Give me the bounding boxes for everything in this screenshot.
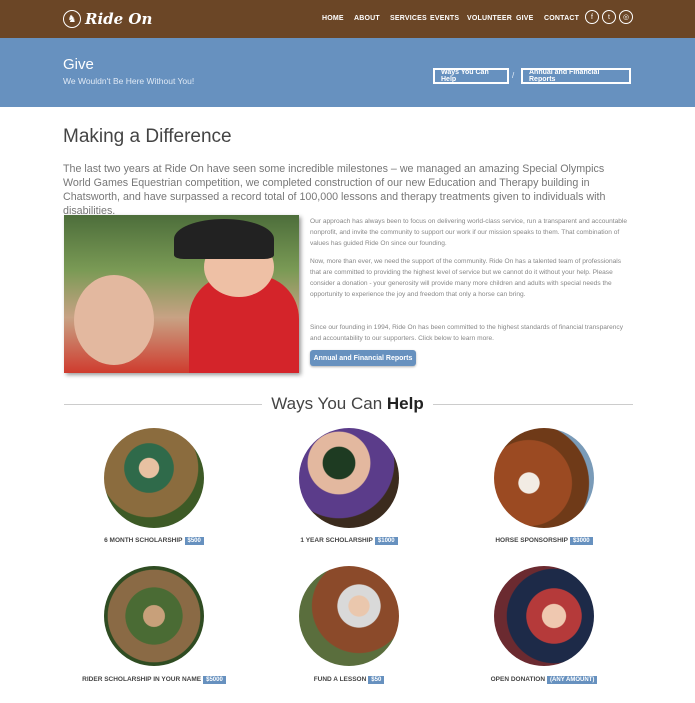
option-label: OPEN DONATION	[490, 676, 546, 683]
nav-volunteer[interactable]: VOLUNTEER	[467, 15, 512, 22]
annual-reports-cta-button[interactable]: Annual and Financial Reports	[310, 350, 416, 366]
section-heading: Making a Difference	[63, 126, 232, 147]
help-section-title: Ways You Can Help	[0, 394, 695, 414]
facebook-icon[interactable]: f	[585, 10, 599, 24]
help-title-light: Ways You Can	[271, 394, 387, 413]
option-image-rider-scholarship[interactable]	[104, 566, 204, 666]
option-image-6-month[interactable]	[104, 428, 204, 528]
body-paragraph-3: Since our founding in 1994, Ride On has …	[310, 324, 624, 342]
price-badge: (ANY AMOUNT)	[547, 676, 598, 684]
page-title-band: Give We Wouldn't Be Here Without You! Wa…	[0, 38, 695, 107]
price-badge: $1000	[374, 537, 398, 545]
option-label: RIDER SCHOLARSHIP IN YOUR NAME	[82, 676, 202, 683]
brand-name: Ride On	[85, 10, 153, 28]
option-label: HORSE SPONSORSHIP	[495, 537, 568, 544]
price-badge: $500	[184, 537, 204, 545]
nav-contact[interactable]: CONTACT	[544, 15, 579, 22]
option-caption-6-month[interactable]: 6 MONTH SCHOLARSHIP $500	[64, 537, 244, 545]
option-caption-horse[interactable]: HORSE SPONSORSHIP $3000	[454, 537, 634, 545]
social-links: f t ◎	[585, 10, 633, 24]
nav-services[interactable]: SERVICES	[390, 15, 427, 22]
price-badge: $3000	[569, 537, 593, 545]
option-image-open-donation[interactable]	[494, 566, 594, 666]
option-image-fund-lesson[interactable]	[299, 566, 399, 666]
option-label: 1 YEAR SCHOLARSHIP	[300, 537, 373, 544]
ways-you-can-help-button[interactable]: Ways You Can Help	[433, 68, 509, 84]
price-badge: $5000	[203, 676, 226, 684]
nav-give[interactable]: GIVE	[516, 15, 534, 22]
instagram-icon[interactable]: ◎	[619, 10, 633, 24]
option-image-horse[interactable]	[494, 428, 594, 528]
nav-events[interactable]: EVENTS	[430, 15, 459, 22]
annual-reports-button[interactable]: Annual and Financial Reports	[521, 68, 631, 84]
help-title-bold: Help	[386, 394, 424, 413]
option-caption-rider-scholarship[interactable]: RIDER SCHOLARSHIP IN YOUR NAME $5000	[64, 676, 244, 684]
option-image-1-year[interactable]	[299, 428, 399, 528]
twitter-icon[interactable]: t	[602, 10, 616, 24]
option-label: FUND A LESSON	[313, 676, 367, 683]
nav-home[interactable]: HOME	[322, 15, 344, 22]
rider-photo	[64, 215, 299, 373]
page-title: Give	[63, 56, 94, 73]
option-label: 6 MONTH SCHOLARSHIP	[104, 537, 183, 544]
logo[interactable]: ♞ Ride On	[63, 9, 152, 29]
page-subtitle: We Wouldn't Be Here Without You!	[63, 76, 195, 86]
top-navbar: ♞ Ride On HOME ABOUT SERVICES EVENTS VOL…	[0, 0, 695, 38]
horse-logo-icon: ♞	[63, 10, 81, 28]
body-paragraph-2: Now, more than ever, we need the support…	[310, 258, 622, 298]
nav-about[interactable]: ABOUT	[354, 15, 380, 22]
breadcrumb-separator: /	[512, 71, 515, 80]
body-paragraph-1: Our approach has always been to focus on…	[310, 218, 628, 247]
lead-paragraph: The last two years at Ride On have seen …	[63, 163, 606, 217]
option-caption-1-year[interactable]: 1 YEAR SCHOLARSHIP $1000	[259, 537, 439, 545]
price-badge: $50	[368, 676, 385, 684]
option-caption-fund-lesson[interactable]: FUND A LESSON $50	[259, 676, 439, 684]
option-caption-open-donation[interactable]: OPEN DONATION (ANY AMOUNT)	[454, 676, 634, 684]
